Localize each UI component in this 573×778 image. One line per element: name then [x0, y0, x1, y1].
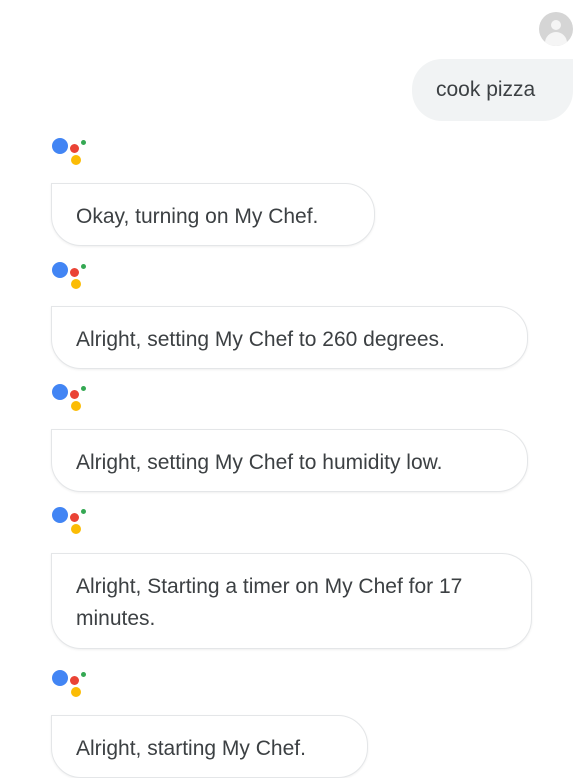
assistant-message-bubble: Alright, setting My Chef to 260 degrees. [51, 306, 528, 369]
assistant-logo-icon [52, 505, 86, 535]
assistant-message-text: Alright, starting My Chef. [76, 737, 306, 760]
assistant-message-bubble: Alright, Starting a timer on My Chef for… [51, 553, 532, 649]
assistant-message-text: Alright, Starting a timer on My Chef for… [76, 575, 463, 630]
assistant-logo-icon [52, 136, 86, 166]
assistant-message-bubble: Okay, turning on My Chef. [51, 183, 375, 246]
assistant-message-text: Okay, turning on My Chef. [76, 205, 319, 228]
assistant-logo-icon [52, 260, 86, 290]
assistant-logo-icon [52, 382, 86, 412]
user-message-bubble: cook pizza [412, 59, 573, 121]
assistant-logo-icon [52, 668, 86, 698]
assistant-message-text: Alright, setting My Chef to 260 degrees. [76, 328, 445, 351]
assistant-message-bubble: Alright, setting My Chef to humidity low… [51, 429, 528, 492]
assistant-conversation: cook pizza Okay, turning on My Chef. Alr… [0, 0, 573, 778]
user-avatar-icon [539, 12, 573, 46]
assistant-message-text: Alright, setting My Chef to humidity low… [76, 451, 443, 474]
user-message-text: cook pizza [436, 78, 536, 101]
assistant-message-bubble: Alright, starting My Chef. [51, 715, 368, 778]
